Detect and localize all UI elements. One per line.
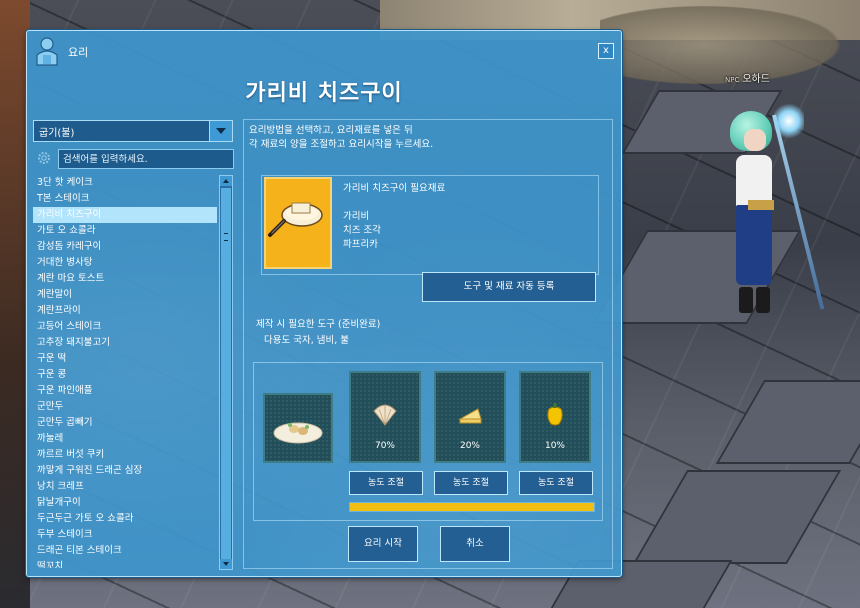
- npc-tag: NPC: [725, 76, 740, 84]
- instruction-line: 각 재료의 양을 조절하고 요리시작을 누르세요.: [249, 139, 434, 150]
- ingredient-slot-cheese[interactable]: 20%: [434, 371, 506, 463]
- paprika-icon: [547, 403, 563, 426]
- result-dish-slot[interactable]: [263, 393, 333, 463]
- npc-character[interactable]: [722, 101, 825, 320]
- ingredient-mix-box: 70% 20% 10% 농도 조절 농도 조절 농도 조절: [253, 362, 603, 521]
- npc-belt: [748, 200, 774, 210]
- auto-register-button[interactable]: 도구 및 재료 자동 등록: [422, 272, 596, 302]
- recipe-list-item[interactable]: 가토 오 쇼콜라: [33, 223, 217, 239]
- recipe-list-item[interactable]: 떡꼬치: [33, 559, 217, 568]
- recipe-list-item[interactable]: 까르르 버섯 쿠키: [33, 447, 217, 463]
- chevron-down-icon[interactable]: [209, 121, 232, 141]
- adjust-paprika-button[interactable]: 농도 조절: [519, 471, 593, 495]
- scroll-up-icon[interactable]: [220, 176, 232, 186]
- window-title: 요리: [68, 46, 89, 59]
- ingredient-slot-scallop[interactable]: 70%: [349, 371, 421, 463]
- recipe-list-item[interactable]: 가리비 치즈구이: [33, 207, 217, 223]
- grip-icon: [224, 233, 228, 241]
- recipe-list-item[interactable]: 계란말이: [33, 287, 217, 303]
- ratio-progress-bar: [349, 502, 595, 512]
- materials-list: 가리비 치즈 조각 파프리카: [343, 210, 381, 252]
- ingredient-percent: 20%: [459, 441, 480, 451]
- search-input[interactable]: [59, 150, 231, 168]
- recipe-list-item[interactable]: 감성돔 카레구이: [33, 239, 217, 255]
- recipe-list-item[interactable]: 구운 파인애플: [33, 383, 217, 399]
- recipe-list-item[interactable]: 낭치 크레프: [33, 479, 217, 495]
- recipe-detail-panel: 요리방법을 선택하고, 요리재료를 넣은 뒤 각 재료의 양을 조절하고 요리시…: [243, 119, 613, 569]
- start-cooking-button[interactable]: 요리 시작: [348, 526, 418, 562]
- recipe-list-item[interactable]: 거대한 병사탕: [33, 255, 217, 271]
- cooking-icon: [36, 37, 58, 66]
- recipe-list-item[interactable]: 계란프라이: [33, 303, 217, 319]
- close-button[interactable]: x: [598, 43, 614, 59]
- recipe-title: 가리비 치즈구이: [245, 81, 403, 106]
- instruction-text: 요리방법을 선택하고, 요리재료를 넣은 뒤 각 재료의 양을 조절하고 요리시…: [249, 124, 599, 152]
- floor-tile: [632, 470, 842, 564]
- material-item: 치즈 조각: [343, 225, 381, 236]
- recipe-list-item[interactable]: T본 스테이크: [33, 191, 217, 207]
- recipe-list-scrollbar[interactable]: [219, 175, 233, 570]
- recipe-list-item[interactable]: 구운 떡: [33, 351, 217, 367]
- recipe-list: 3단 핫 케이크 T본 스테이크 가리비 치즈구이 가토 오 쇼콜라 감성돔 카레구이 거…: [33, 175, 217, 568]
- search-box[interactable]: [58, 149, 234, 169]
- category-dropdown[interactable]: 굽기(불): [33, 120, 233, 142]
- recipe-list-item[interactable]: 군만두 곱빼기: [33, 415, 217, 431]
- recipe-list-item[interactable]: 두근두근 가토 오 쇼콜라: [33, 511, 217, 527]
- npc-skirt: [736, 205, 772, 285]
- material-item: 가리비: [343, 211, 370, 222]
- dish-pan-icon: [268, 202, 323, 237]
- recipe-list-item[interactable]: 고추장 돼지불고기: [33, 335, 217, 351]
- instruction-line: 요리방법을 선택하고, 요리재료를 넣은 뒤: [249, 125, 413, 136]
- cancel-button[interactable]: 취소: [440, 526, 510, 562]
- recipe-list-item[interactable]: 구운 콩: [33, 367, 217, 383]
- scallop-cheese-dish-icon: [264, 177, 332, 269]
- scroll-down-icon[interactable]: [220, 559, 232, 569]
- category-selected: 굽기(불): [39, 128, 75, 139]
- npc-boot: [739, 287, 753, 313]
- plated-dish-icon: [273, 422, 323, 444]
- adjust-scallop-button[interactable]: 농도 조절: [349, 471, 423, 495]
- cooking-window: 요리 x 가리비 치즈구이 굽기(불) 3단 핫 케이크T본 스테이크가리비 치…: [26, 30, 622, 577]
- recipe-list-item[interactable]: 까맣게 구워진 드래곤 심장: [33, 463, 217, 479]
- npc-staff-orb: [774, 101, 804, 141]
- npc-name: 오하드: [742, 74, 770, 85]
- scallop-icon: [373, 404, 397, 426]
- ingredient-percent: 10%: [544, 441, 565, 451]
- gear-icon: [38, 152, 50, 164]
- ingredient-slot-paprika[interactable]: 10%: [519, 371, 591, 463]
- progress-fill: [350, 503, 594, 511]
- adjust-cheese-button[interactable]: 농도 조절: [434, 471, 508, 495]
- npc-nameplate: NPC 오하드: [725, 70, 770, 85]
- cheese-icon: [458, 408, 482, 424]
- recipe-list-item[interactable]: 3단 핫 케이크: [33, 175, 217, 191]
- recipe-list-item[interactable]: 고등어 스테이크: [33, 319, 217, 335]
- required-materials-box: 가리비 치즈구이 필요재료 가리비 치즈 조각 파프리카: [261, 175, 599, 275]
- recipe-list-item[interactable]: 군만두: [33, 399, 217, 415]
- recipe-list-item[interactable]: 두부 스테이크: [33, 527, 217, 543]
- window-titlebar[interactable]: 요리 x: [27, 31, 621, 71]
- required-tools-label: 제작 시 필요한 도구 (준비완료): [256, 319, 381, 330]
- scroll-thumb[interactable]: [221, 188, 231, 560]
- materials-title: 가리비 치즈구이 필요재료: [343, 183, 446, 194]
- recipe-list-item[interactable]: 드래곤 티본 스테이크: [33, 543, 217, 559]
- npc-face: [744, 129, 766, 151]
- recipe-list-item[interactable]: 까눌레: [33, 431, 217, 447]
- npc-boot: [756, 287, 770, 313]
- ingredient-percent: 70%: [374, 441, 395, 451]
- recipe-list-item[interactable]: 계란 마요 토스트: [33, 271, 217, 287]
- recipe-list-item[interactable]: 닭날개구이: [33, 495, 217, 511]
- material-item: 파프리카: [343, 239, 378, 250]
- required-tools-value: 다용도 국자, 냄비, 불: [264, 335, 350, 346]
- floor-tile: [715, 380, 860, 464]
